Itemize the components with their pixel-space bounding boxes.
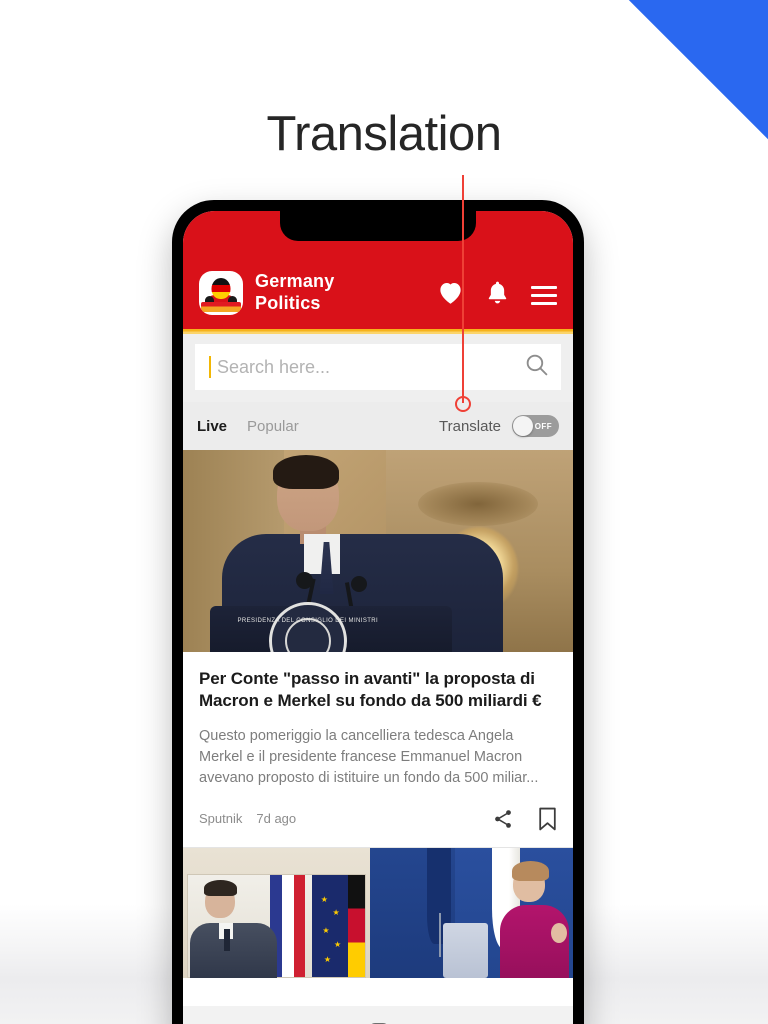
hamburger-line [531,285,557,289]
free-ribbon: FREE [558,0,768,210]
phone-screen: Germany Politics Search here... Live Pop… [183,211,573,1024]
photo-macron-tie [224,928,231,951]
article-card[interactable]: ★ ★ ★ ★ ★ [183,847,573,978]
search-box[interactable] [195,344,561,390]
photo-macron-body [190,923,277,978]
search-input[interactable] [217,356,516,378]
favorites-heart-icon[interactable] [437,280,464,310]
tab-live[interactable]: Live [197,418,227,435]
annotation-target-dot [455,396,471,412]
text-caret [209,356,211,378]
photo-right-panel [370,847,573,978]
photo-hair [272,455,339,489]
photo-microphone-head [350,576,367,592]
hamburger-line [531,293,557,297]
phone-notch [280,211,476,241]
logo-banner [201,302,241,312]
photo-mic-stand [439,912,442,958]
header-actions [437,280,557,315]
eu-star: ★ [334,940,342,950]
menu-hamburger-icon[interactable] [531,285,557,305]
system-navigation-bar [183,1006,573,1024]
tab-popular[interactable]: Popular [247,418,299,435]
article-card[interactable]: PRESIDENZA DEL CONSIGLIO DEI MINISTRI Pe… [183,450,573,848]
app-header: Germany Politics [183,211,573,329]
photo-lectern [443,923,488,978]
search-icon[interactable] [524,352,549,382]
article-meta: Sputnik 7d ago [183,789,573,847]
article-timestamp: 7d ago [256,811,297,827]
photo-german-flag [347,874,366,977]
translate-toggle-knob [513,416,533,436]
article-excerpt: Questo pomeriggio la cancelliera tedesca… [199,727,539,786]
translate-toggle-state: OFF [534,421,552,431]
photo-eu-flag: ★ ★ ★ ★ ★ [312,874,352,977]
feed-tabs: Live Popular Translate OFF [183,402,573,450]
notifications-bell-icon[interactable] [486,280,509,310]
bookmark-icon[interactable] [538,807,557,831]
article-source: Sputnik [199,811,243,827]
eu-star: ★ [323,954,332,964]
logo-flag-head [211,278,231,299]
translate-toggle[interactable]: OFF [512,415,559,437]
photo-microphone-head [296,572,314,589]
notch-corner-right [476,211,492,227]
photo-macron-hair [203,880,237,897]
app-title-line1: Germany [255,271,335,292]
share-icon[interactable] [492,808,514,830]
article-photo-macron-merkel: ★ ★ ★ ★ ★ [183,847,573,978]
translate-control: Translate OFF [439,415,559,437]
search-area [183,334,573,402]
eu-star: ★ [322,925,330,935]
hamburger-line [531,301,557,305]
translate-label: Translate [439,417,501,435]
photo-seal-text: PRESIDENZA DEL CONSIGLIO DEI MINISTRI [237,618,379,624]
notch-corner-left [264,211,280,227]
photo-merkel-hair [511,860,549,881]
article-text: Per Conte "passo in avanti" la proposta … [183,652,573,789]
app-title: Germany Politics [255,271,425,315]
annotation-line [462,175,464,403]
phone-mockup: Germany Politics Search here... Live Pop… [172,200,584,1024]
article-feed: PRESIDENZA DEL CONSIGLIO DEI MINISTRI Pe… [183,450,573,978]
photo-left-panel: ★ ★ ★ ★ ★ [183,847,371,978]
screenshot-stage: FREE Translation Germany Politics [0,0,768,1024]
photo-chandelier [417,482,538,527]
article-headline: Per Conte "passo in avanti" la proposta … [199,669,542,711]
eu-star: ★ [320,895,328,905]
free-ribbon-label: FREE [607,0,750,32]
page-title: Translation [266,107,502,161]
free-ribbon-band [593,0,768,191]
article-photo-conte: PRESIDENZA DEL CONSIGLIO DEI MINISTRI [183,450,573,652]
app-logo-icon [199,271,243,315]
eu-star: ★ [332,907,340,917]
app-title-line2: Politics [255,293,321,314]
article-actions [492,807,557,831]
